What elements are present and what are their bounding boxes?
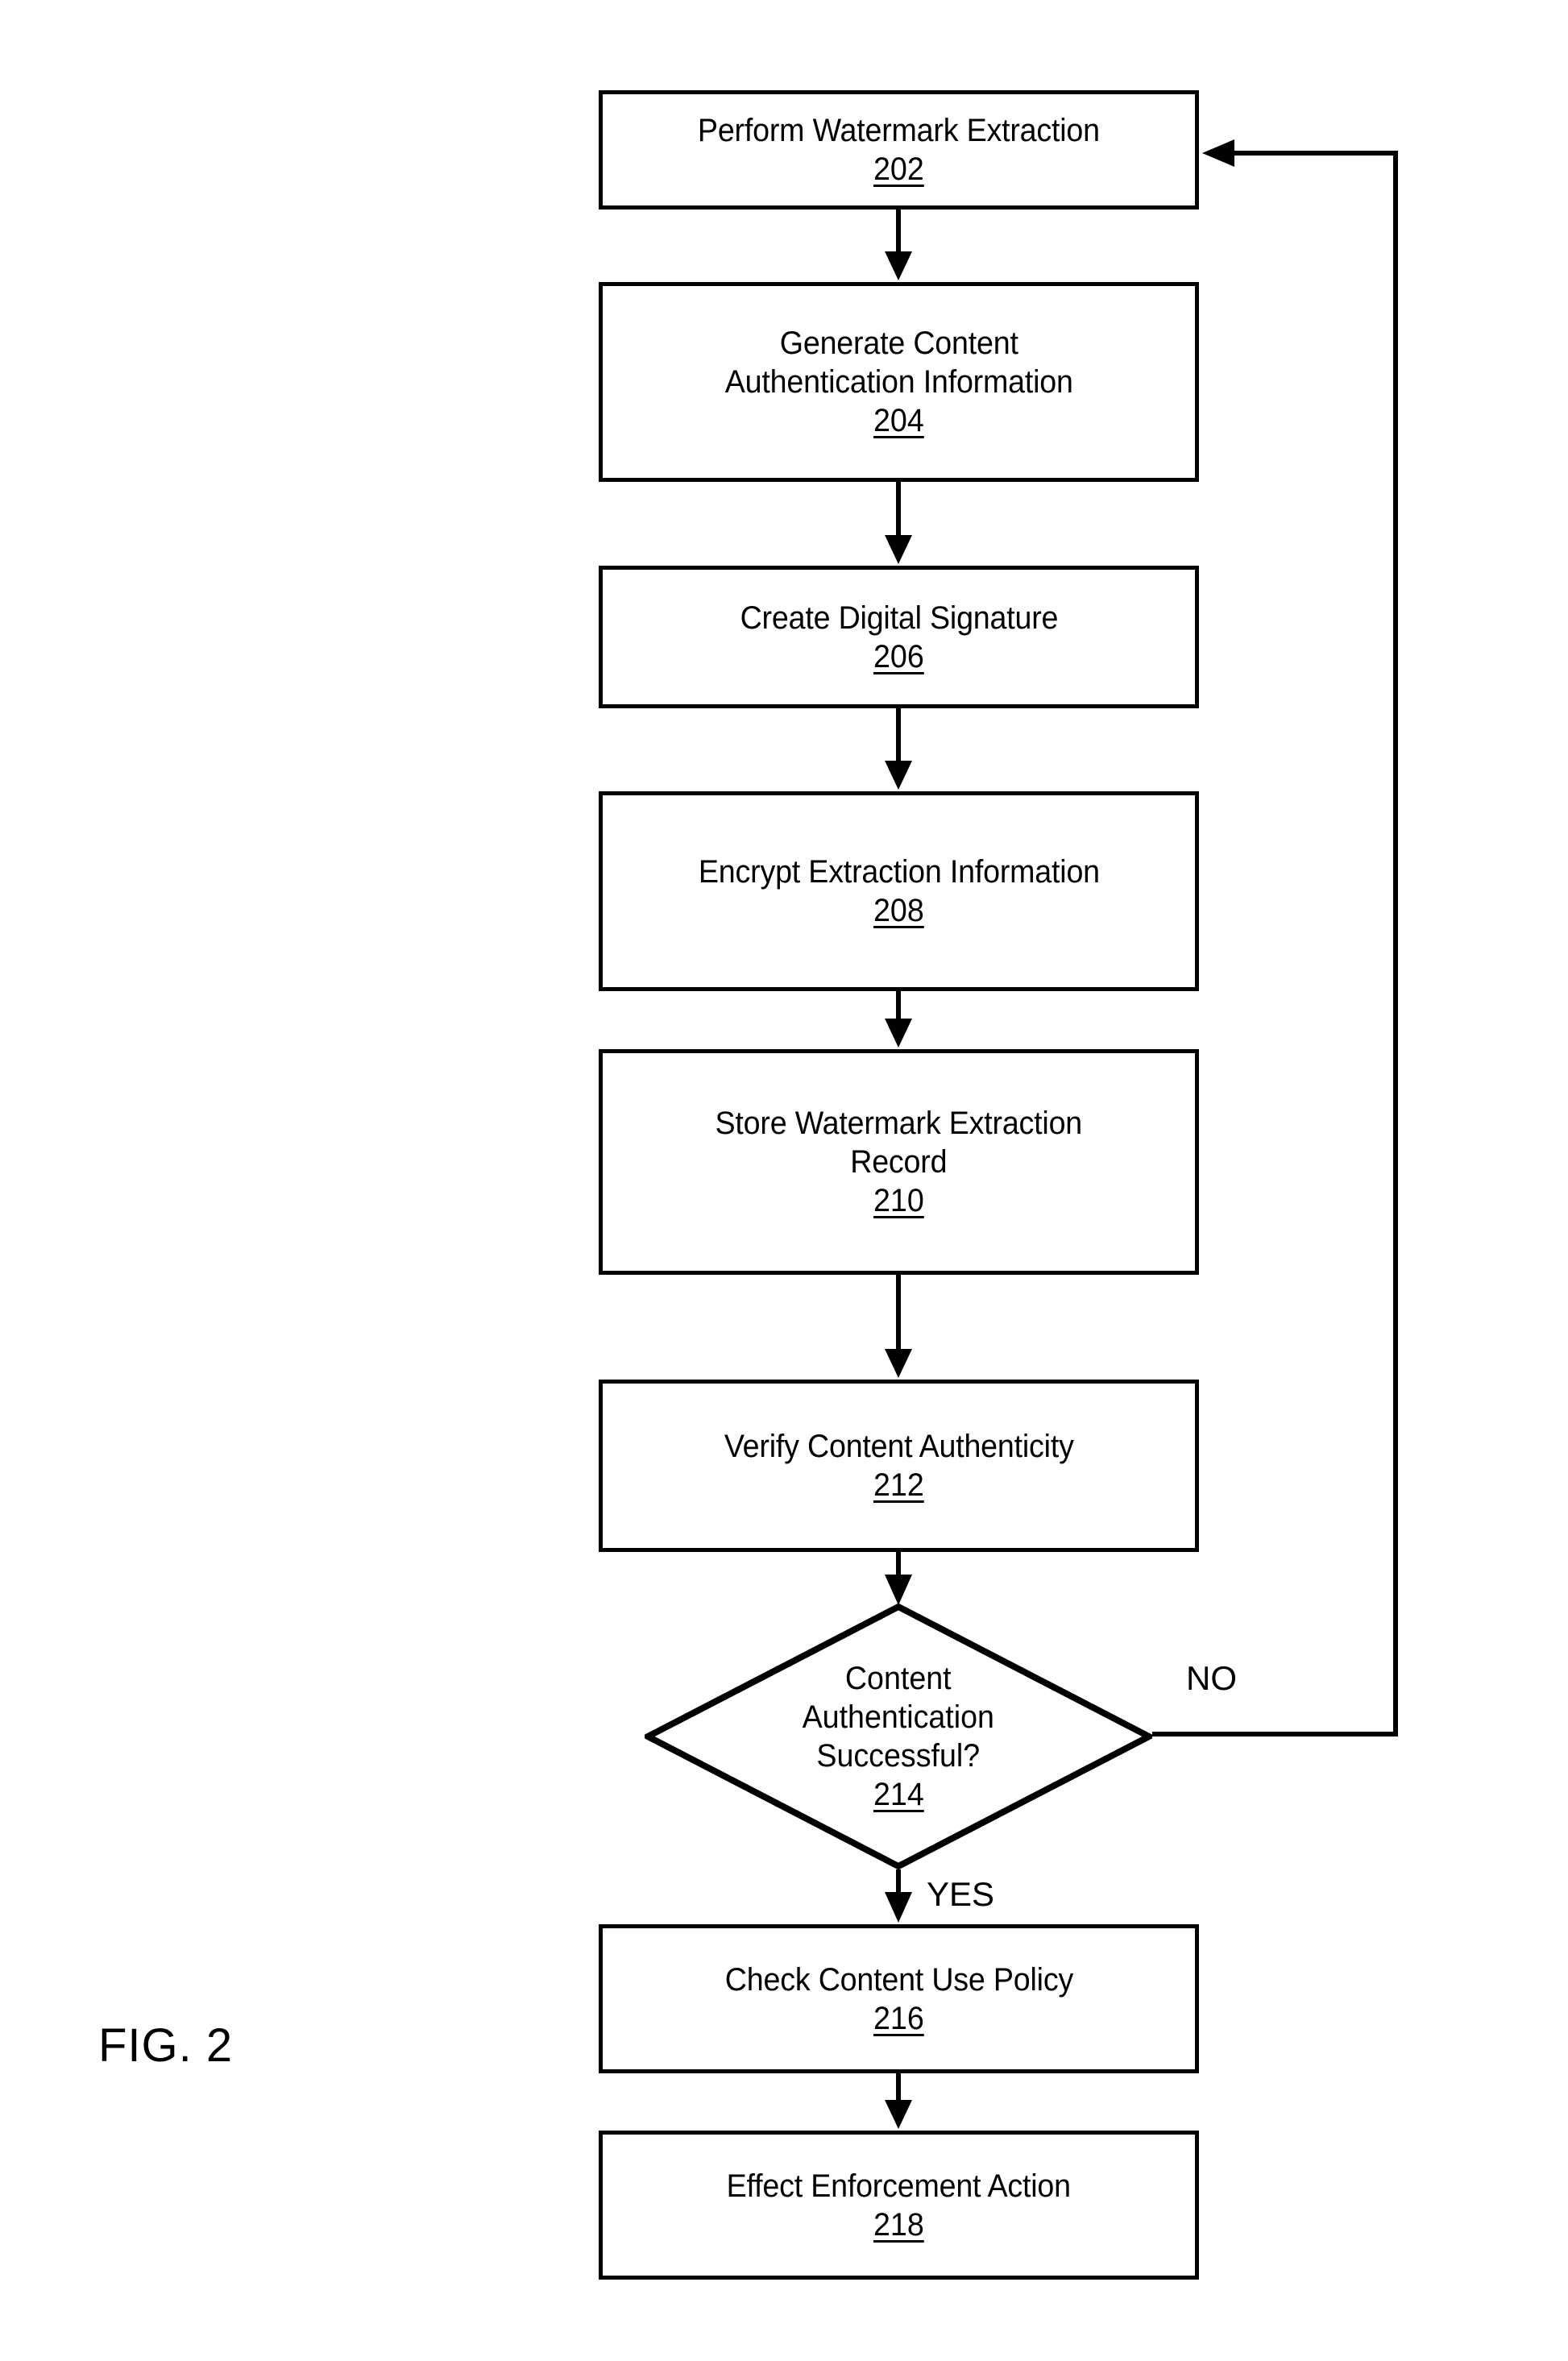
edge-202-204 [885,210,912,280]
process-node-210[interactable]: Store Watermark Extraction Record 210 [599,1049,1199,1275]
edge-204-206 [885,482,912,564]
node-ref-202: 202 [873,151,924,187]
edge-216-218 [885,2073,912,2129]
figure-canvas: Perform Watermark Extraction 202 Generat… [0,0,1568,2361]
process-node-208[interactable]: Encrypt Extraction Information 208 [599,791,1199,991]
node-ref-208: 208 [873,893,924,928]
node-label-212: Verify Content Authenticity [724,1429,1074,1464]
node-label-214: Content Authentication Successful? [802,1661,995,1774]
node-ref-212: 212 [873,1467,924,1503]
node-ref-210: 210 [873,1183,924,1218]
node-ref-214: 214 [873,1777,924,1812]
node-ref-216: 216 [873,2000,924,2036]
decision-node-214[interactable]: Content Authentication Successful? 214 [645,1604,1152,1869]
node-label-218: Effect Enforcement Action [726,2168,1072,2204]
node-label-202: Perform Watermark Extraction [698,113,1100,148]
node-label-208: Encrypt Extraction Information [698,854,1100,890]
process-node-202[interactable]: Perform Watermark Extraction 202 [599,90,1199,210]
node-ref-206: 206 [873,638,924,674]
edge-208-210 [885,991,912,1048]
figure-caption: FIG. 2 [98,2019,234,2072]
process-node-204[interactable]: Generate Content Authentication Informat… [599,282,1199,482]
node-ref-204: 204 [873,403,924,438]
edge-212-214 [885,1552,912,1605]
edge-206-208 [885,708,912,790]
process-node-206[interactable]: Create Digital Signature 206 [599,566,1199,708]
edge-214-216-yes [885,1869,912,1923]
branch-label-no: NO [1186,1659,1237,1697]
node-label-204: Generate Content Authentication Informat… [724,326,1073,400]
edge-210-212 [885,1275,912,1378]
node-label-210: Store Watermark Extraction Record [715,1106,1083,1180]
node-label-206: Create Digital Signature [740,600,1058,636]
process-node-218[interactable]: Effect Enforcement Action 218 [599,2131,1199,2280]
branch-label-yes: YES [927,1875,995,1913]
process-node-216[interactable]: Check Content Use Policy 216 [599,1924,1199,2073]
process-node-212[interactable]: Verify Content Authenticity 212 [599,1380,1199,1552]
node-ref-218: 218 [873,2206,924,2243]
node-label-216: Check Content Use Policy [724,1961,1073,1998]
